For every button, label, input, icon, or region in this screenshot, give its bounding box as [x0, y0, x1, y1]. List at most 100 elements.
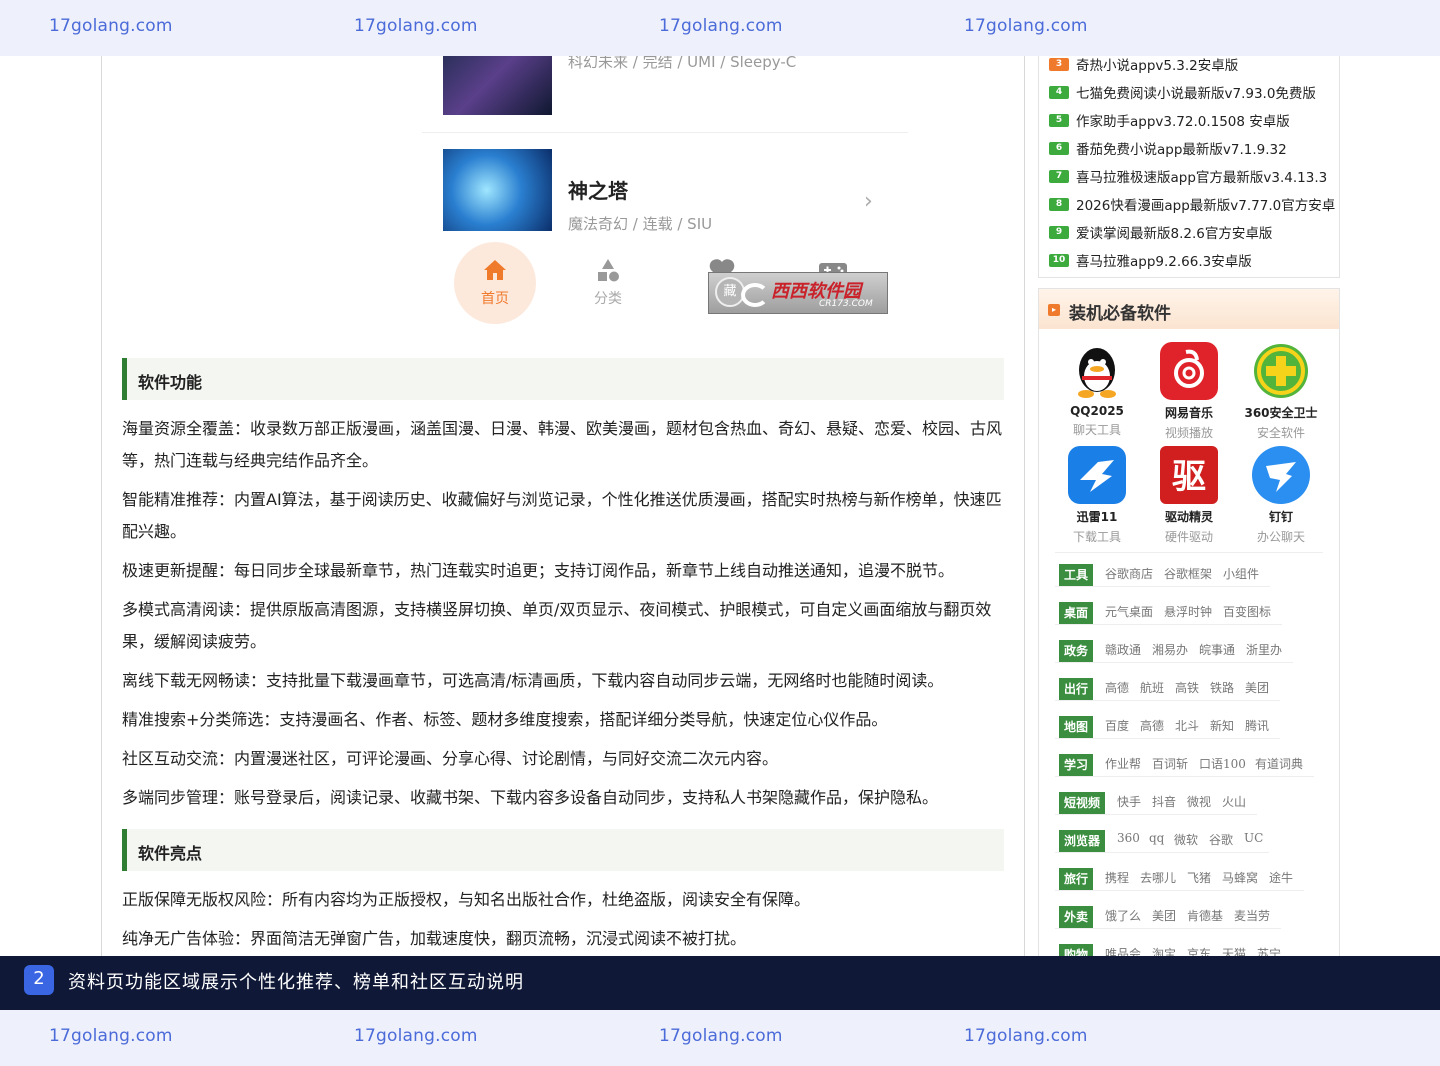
feature-paragraph: 精准搜索+分类筛选：支持漫画名、作者、标签、题材多维度搜索，搭配详细分类导航，快…	[122, 710, 888, 729]
category-link[interactable]: 百词斩	[1152, 755, 1188, 772]
nav-category[interactable]: 分类	[568, 258, 648, 308]
category-tag[interactable]: 旅行	[1059, 868, 1094, 890]
category-link[interactable]: 有道词典	[1255, 755, 1303, 772]
category-link[interactable]: 高德	[1140, 717, 1164, 734]
category-link[interactable]: 悬浮时钟	[1164, 603, 1212, 620]
category-tag[interactable]: 桌面	[1059, 602, 1094, 624]
rank-item[interactable]: 7 喜马拉雅极速版app官方最新版v3.4.13.3	[1047, 165, 1337, 193]
feature-paragraph: 智能精准推荐：内置AI算法，基于阅读历史、收藏偏好与浏览记录，个性化推送优质漫画…	[122, 490, 1002, 541]
category-link[interactable]: 抖音	[1152, 793, 1176, 810]
category-link[interactable]: 马蜂窝	[1222, 869, 1258, 886]
category-tag[interactable]: 工具	[1059, 564, 1094, 586]
category-link[interactable]: 麦当劳	[1234, 907, 1270, 924]
category-row: 桌面 元气桌面 悬浮时钟 百变图标	[1055, 595, 1282, 625]
category-link[interactable]: 饿了么	[1105, 907, 1141, 924]
category-tag[interactable]: 地图	[1059, 716, 1094, 738]
app-360[interactable]: 360安全卫士 安全软件	[1236, 342, 1326, 441]
watermark-bar-top: 17golang.com 17golang.com 17golang.com 1…	[0, 0, 1440, 56]
category-link[interactable]: 北斗	[1175, 717, 1199, 734]
caption-text: 资料页功能区域展示个性化推荐、榜单和社区互动说明	[68, 972, 524, 993]
category-link[interactable]: 高德	[1105, 679, 1129, 696]
rank-item[interactable]: 3 奇热小说appv5.3.2安卓版	[1047, 53, 1337, 81]
driver-icon: 驱	[1160, 446, 1218, 504]
app-driver-genius[interactable]: 驱 驱动精灵 硬件驱动	[1144, 446, 1234, 545]
category-link[interactable]: 美团	[1245, 679, 1269, 696]
category-row: 工具 谷歌商店 谷歌框架 小组件	[1055, 557, 1270, 587]
rank-item[interactable]: 8 2026快看漫画app最新版v7.77.0官方安卓	[1047, 193, 1337, 221]
category-link[interactable]: 作业帮	[1105, 755, 1141, 772]
category-tag[interactable]: 学习	[1059, 754, 1094, 776]
category-link[interactable]: 皖事通	[1199, 641, 1235, 658]
must-have-software: ▸ 装机必备软件 QQ2025 聊天工具 网易音乐 视频播放 360安全卫士 安…	[1038, 288, 1340, 968]
category-row: 浏览器 360 qq 微软 谷歌 UC	[1055, 823, 1269, 853]
section-heading: 软件亮点	[122, 829, 1004, 871]
category-link[interactable]: 百度	[1105, 717, 1129, 734]
category-link[interactable]: 谷歌框架	[1164, 565, 1212, 582]
category-link[interactable]: 元气桌面	[1105, 603, 1153, 620]
category-link[interactable]: 航班	[1140, 679, 1164, 696]
rank-item[interactable]: 4 七猫免费阅读小说最新版v7.93.0免费版	[1047, 81, 1337, 109]
category-link[interactable]: 小组件	[1223, 565, 1259, 582]
feature-paragraph: 社区互动交流：内置漫迷社区，可评论漫画、分享心得、讨论剧情，与同好交流二次元内容…	[122, 749, 779, 768]
rank-item[interactable]: 9 爱读掌阅最新版8.2.6官方安卓版	[1047, 221, 1337, 249]
watermark-text: 17golang.com	[354, 1026, 478, 1046]
category-link[interactable]: 火山	[1222, 793, 1246, 810]
category-tag[interactable]: 外卖	[1059, 906, 1094, 928]
app-dingtalk[interactable]: 钉钉 办公聊天	[1236, 446, 1326, 545]
category-link[interactable]: 口语100	[1199, 755, 1246, 772]
category-link[interactable]: 腾讯	[1245, 717, 1269, 734]
app-qq[interactable]: QQ2025 聊天工具	[1052, 342, 1142, 438]
category-link[interactable]: 谷歌	[1209, 831, 1233, 848]
category-row: 短视频 快手 抖音 微视 火山	[1055, 785, 1257, 815]
category-link[interactable]: 快手	[1117, 793, 1141, 810]
comic-title: 神之塔	[568, 179, 628, 203]
category-link[interactable]: 赣政通	[1105, 641, 1141, 658]
dingtalk-icon	[1252, 446, 1310, 504]
app-netease-music[interactable]: 网易音乐 视频播放	[1144, 342, 1234, 441]
netease-music-icon	[1160, 342, 1218, 400]
category-link[interactable]: 美团	[1152, 907, 1176, 924]
category-row: 地图 百度 高德 北斗 新知 腾讯	[1055, 709, 1280, 739]
category-tag[interactable]: 政务	[1059, 640, 1094, 662]
watermark-bar-bottom: 17golang.com 17golang.com 17golang.com 1…	[0, 1010, 1440, 1066]
xunlei-icon	[1068, 446, 1126, 504]
category-link[interactable]: 肯德基	[1187, 907, 1223, 924]
watermark-text: 17golang.com	[659, 1026, 783, 1046]
rank-item[interactable]: 6 番茄免费小说app最新版v7.1.9.32	[1047, 137, 1337, 165]
feature-paragraph: 多模式高清阅读：提供原版高清图源，支持横竖屏切换、单页/双页显示、夜间模式、护眼…	[122, 600, 992, 651]
category-link[interactable]: 湘易办	[1152, 641, 1188, 658]
category-link[interactable]: 飞猪	[1187, 869, 1211, 886]
watermark-text: 17golang.com	[964, 16, 1088, 36]
category-link[interactable]: 新知	[1210, 717, 1234, 734]
category-link[interactable]: 途牛	[1269, 869, 1293, 886]
qq-icon	[1068, 342, 1126, 400]
cr173-logo: 藏 西西软件园 CR173.COM	[708, 272, 888, 314]
comic-item[interactable]: 神之塔 魔法奇幻 / 连载 / SIU ›	[422, 135, 908, 235]
category-link[interactable]: 浙里办	[1246, 641, 1282, 658]
category-link[interactable]: 360	[1117, 831, 1140, 845]
watermark-text: 17golang.com	[964, 1026, 1088, 1046]
app-xunlei[interactable]: 迅雷11 下载工具	[1052, 446, 1142, 545]
category-link[interactable]: 微视	[1187, 793, 1211, 810]
divider	[422, 132, 908, 133]
category-tag[interactable]: 短视频	[1059, 792, 1106, 814]
category-link[interactable]: UC	[1244, 831, 1263, 845]
category-link[interactable]: 携程	[1105, 869, 1129, 886]
rank-item[interactable]: 5 作家助手appv3.72.0.1508 安卓版	[1047, 109, 1337, 137]
category-link[interactable]: 微软	[1174, 831, 1198, 848]
category-link[interactable]: 百变图标	[1223, 603, 1271, 620]
category-tag[interactable]: 浏览器	[1059, 830, 1106, 852]
must-have-header: ▸ 装机必备软件	[1039, 289, 1339, 329]
chevron-right-icon: ›	[864, 189, 873, 214]
nav-home[interactable]: 首页	[455, 258, 535, 308]
category-link[interactable]: 谷歌商店	[1105, 565, 1153, 582]
category-tag[interactable]: 出行	[1059, 678, 1094, 700]
category-link[interactable]: 去哪儿	[1140, 869, 1176, 886]
rank-item[interactable]: 10 喜马拉雅app9.2.66.3安卓版	[1047, 249, 1337, 277]
watermark-text: 17golang.com	[49, 16, 173, 36]
watermark-text: 17golang.com	[659, 16, 783, 36]
category-link[interactable]: 高铁	[1175, 679, 1199, 696]
category-link[interactable]: qq	[1149, 831, 1164, 845]
category-link[interactable]: 铁路	[1210, 679, 1234, 696]
caption-bar: 2 资料页功能区域展示个性化推荐、榜单和社区互动说明	[0, 956, 1440, 1010]
